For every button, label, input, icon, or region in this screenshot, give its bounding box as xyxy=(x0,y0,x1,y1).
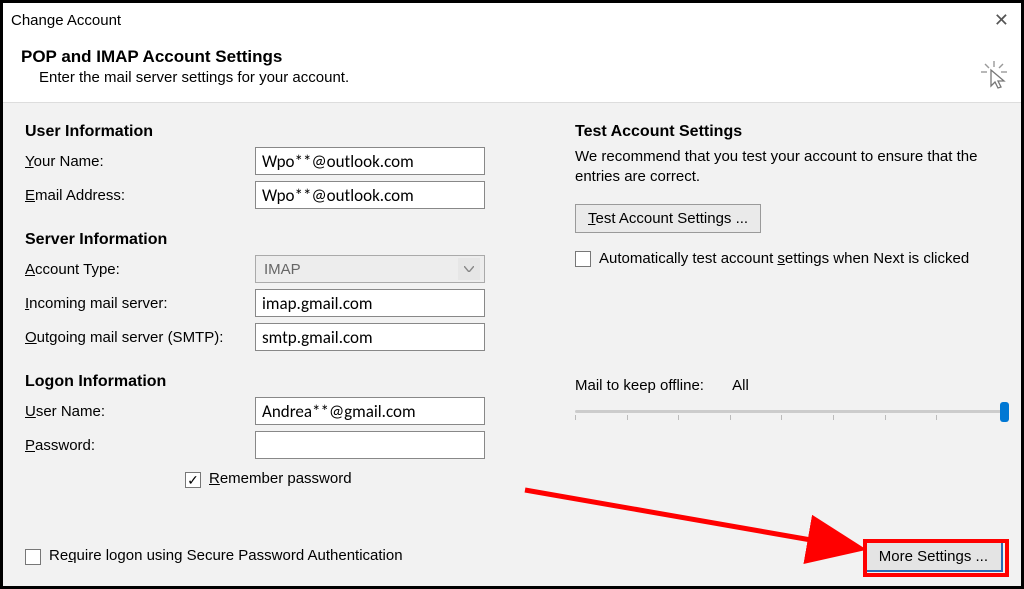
right-column: Test Account Settings We recommend that … xyxy=(535,123,1005,489)
mail-offline-row: Mail to keep offline: All xyxy=(575,377,1005,394)
test-account-description: We recommend that you test your account … xyxy=(575,147,1005,188)
dialog-header: POP and IMAP Account Settings Enter the … xyxy=(3,37,1021,103)
mail-offline-slider[interactable] xyxy=(575,402,1005,422)
account-type-select: IMAP xyxy=(255,255,485,283)
email-address-label: Email Address: xyxy=(25,187,255,204)
mail-offline-value: All xyxy=(732,377,749,394)
password-label: Password: xyxy=(25,437,255,454)
outgoing-server-input[interactable] xyxy=(255,323,485,351)
annotation-arrow-icon xyxy=(521,482,881,574)
chevron-down-icon xyxy=(458,258,480,280)
user-name-label: User Name: xyxy=(25,403,255,420)
slider-thumb[interactable] xyxy=(1000,402,1009,422)
incoming-server-input[interactable] xyxy=(255,289,485,317)
titlebar: Change Account ✕ xyxy=(3,3,1021,37)
mail-offline-label: Mail to keep offline: xyxy=(575,377,704,394)
left-column: User Information Your Name: Email Addres… xyxy=(25,123,505,489)
your-name-input[interactable] xyxy=(255,147,485,175)
cursor-click-icon xyxy=(981,61,1007,95)
user-information-heading: User Information xyxy=(25,123,505,141)
outgoing-server-label: Outgoing mail server (SMTP): xyxy=(25,329,255,346)
close-icon[interactable]: ✕ xyxy=(990,10,1013,31)
header-subtitle: Enter the mail server settings for your … xyxy=(21,69,1003,86)
header-title: POP and IMAP Account Settings xyxy=(21,47,1003,67)
incoming-server-label: Incoming mail server: xyxy=(25,295,255,312)
your-name-label: Your Name: xyxy=(25,153,255,170)
server-information-heading: Server Information xyxy=(25,231,505,249)
change-account-window: Change Account ✕ POP and IMAP Account Se… xyxy=(0,0,1024,589)
auto-test-label: Automatically test account settings when… xyxy=(599,249,969,269)
require-spa-label: Require logon using Secure Password Auth… xyxy=(49,546,403,566)
remember-password-checkbox[interactable] xyxy=(185,472,201,488)
auto-test-checkbox[interactable] xyxy=(575,251,591,267)
more-settings-button[interactable]: More Settings ... xyxy=(864,541,1003,572)
remember-password-label: Remember password xyxy=(209,469,352,489)
test-account-settings-button[interactable]: Test Account Settings ... xyxy=(575,204,761,233)
test-account-settings-heading: Test Account Settings xyxy=(575,123,1005,141)
user-name-input[interactable] xyxy=(255,397,485,425)
window-title: Change Account xyxy=(11,12,121,29)
account-type-label: Account Type: xyxy=(25,261,255,278)
password-input[interactable] xyxy=(255,431,485,459)
account-type-value: IMAP xyxy=(264,261,301,278)
require-spa-checkbox[interactable] xyxy=(25,549,41,565)
logon-information-heading: Logon Information xyxy=(25,373,505,391)
email-address-input[interactable] xyxy=(255,181,485,209)
